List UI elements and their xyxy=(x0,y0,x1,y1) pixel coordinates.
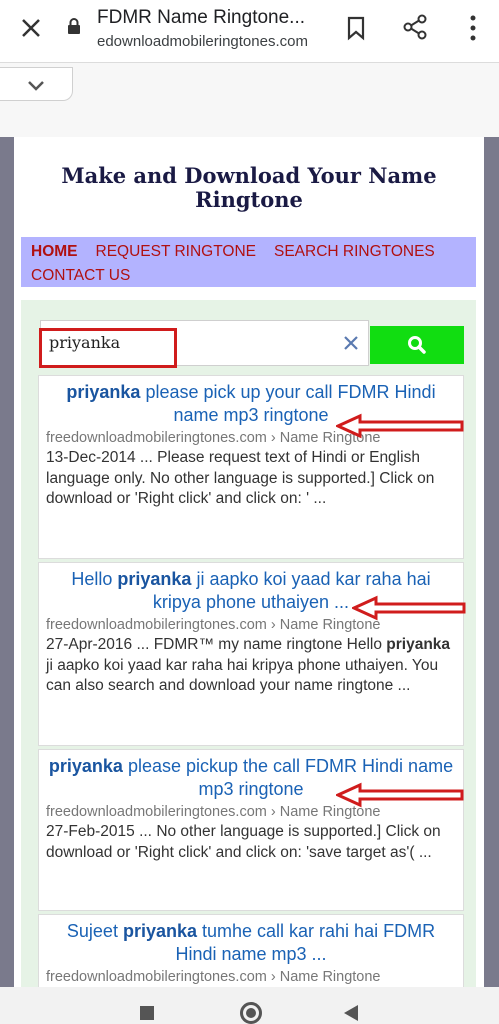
result-title-link[interactable]: Sujeet priyanka tumhe call kar rahi hai … xyxy=(46,920,456,966)
site-nav: HOME REQUEST RINGTONE SEARCH RINGTONES CONT… xyxy=(21,237,476,287)
web-page: Make and Download Your Name Ringtone HOM… xyxy=(0,137,499,987)
search-button[interactable] xyxy=(370,326,464,364)
collapse-button[interactable] xyxy=(0,67,73,101)
home-icon[interactable] xyxy=(240,1002,262,1024)
annotation-arrow xyxy=(352,595,466,621)
result-url: freedownloadmobileringtones.com › Name R… xyxy=(46,969,381,985)
search-result: priyanka please pickup the call FDMR Hin… xyxy=(38,749,464,911)
nav-home[interactable]: HOME xyxy=(31,240,78,264)
annotation-arrow xyxy=(336,413,464,439)
annotation-arrow xyxy=(336,782,464,808)
nav-search-ringtones[interactable]: SEARCH RINGTONES xyxy=(274,240,435,264)
result-snippet: 27-Feb-2015 ... No other language is sup… xyxy=(46,823,441,861)
close-icon[interactable] xyxy=(17,14,45,42)
share-icon[interactable] xyxy=(400,12,430,42)
nav-request-ringtone[interactable]: REQUEST RINGTONE xyxy=(96,240,256,264)
search-result: Hello priyanka ji aapko koi yaad kar rah… xyxy=(38,562,464,746)
result-snippet: 13-Dec-2014 ... Please request text of H… xyxy=(46,449,435,507)
search-result: Sujeet priyanka tumhe call kar rahi hai … xyxy=(38,914,464,987)
result-snippet: 27-Apr-2016 ... FDMR™ my name ringtone H… xyxy=(46,636,451,694)
lock-icon xyxy=(68,18,80,34)
nav-contact-us[interactable]: CONTACT US xyxy=(31,264,130,288)
search-icon xyxy=(408,336,426,354)
system-navigation-bar xyxy=(0,987,499,1024)
page-url[interactable]: edownloadmobileringtones.com xyxy=(97,33,308,50)
search-result: priyanka please pick up your call FDMR H… xyxy=(38,375,464,559)
clear-icon[interactable] xyxy=(341,333,361,353)
browser-toolbar: FDMR Name Ringtone... edownloadmobilerin… xyxy=(0,0,499,62)
back-icon[interactable] xyxy=(344,1005,358,1021)
page-title: FDMR Name Ringtone... xyxy=(97,7,306,28)
bookmark-icon[interactable] xyxy=(344,14,368,42)
annotation-highlight-box xyxy=(39,328,177,368)
more-icon[interactable] xyxy=(468,13,478,43)
chevron-down-icon xyxy=(28,81,44,91)
recents-icon[interactable] xyxy=(140,1006,154,1020)
page-content: Make and Download Your Name Ringtone HOM… xyxy=(14,137,484,987)
site-heading: Make and Download Your Name Ringtone xyxy=(61,163,437,212)
toolbar-collapse-area xyxy=(0,62,499,137)
